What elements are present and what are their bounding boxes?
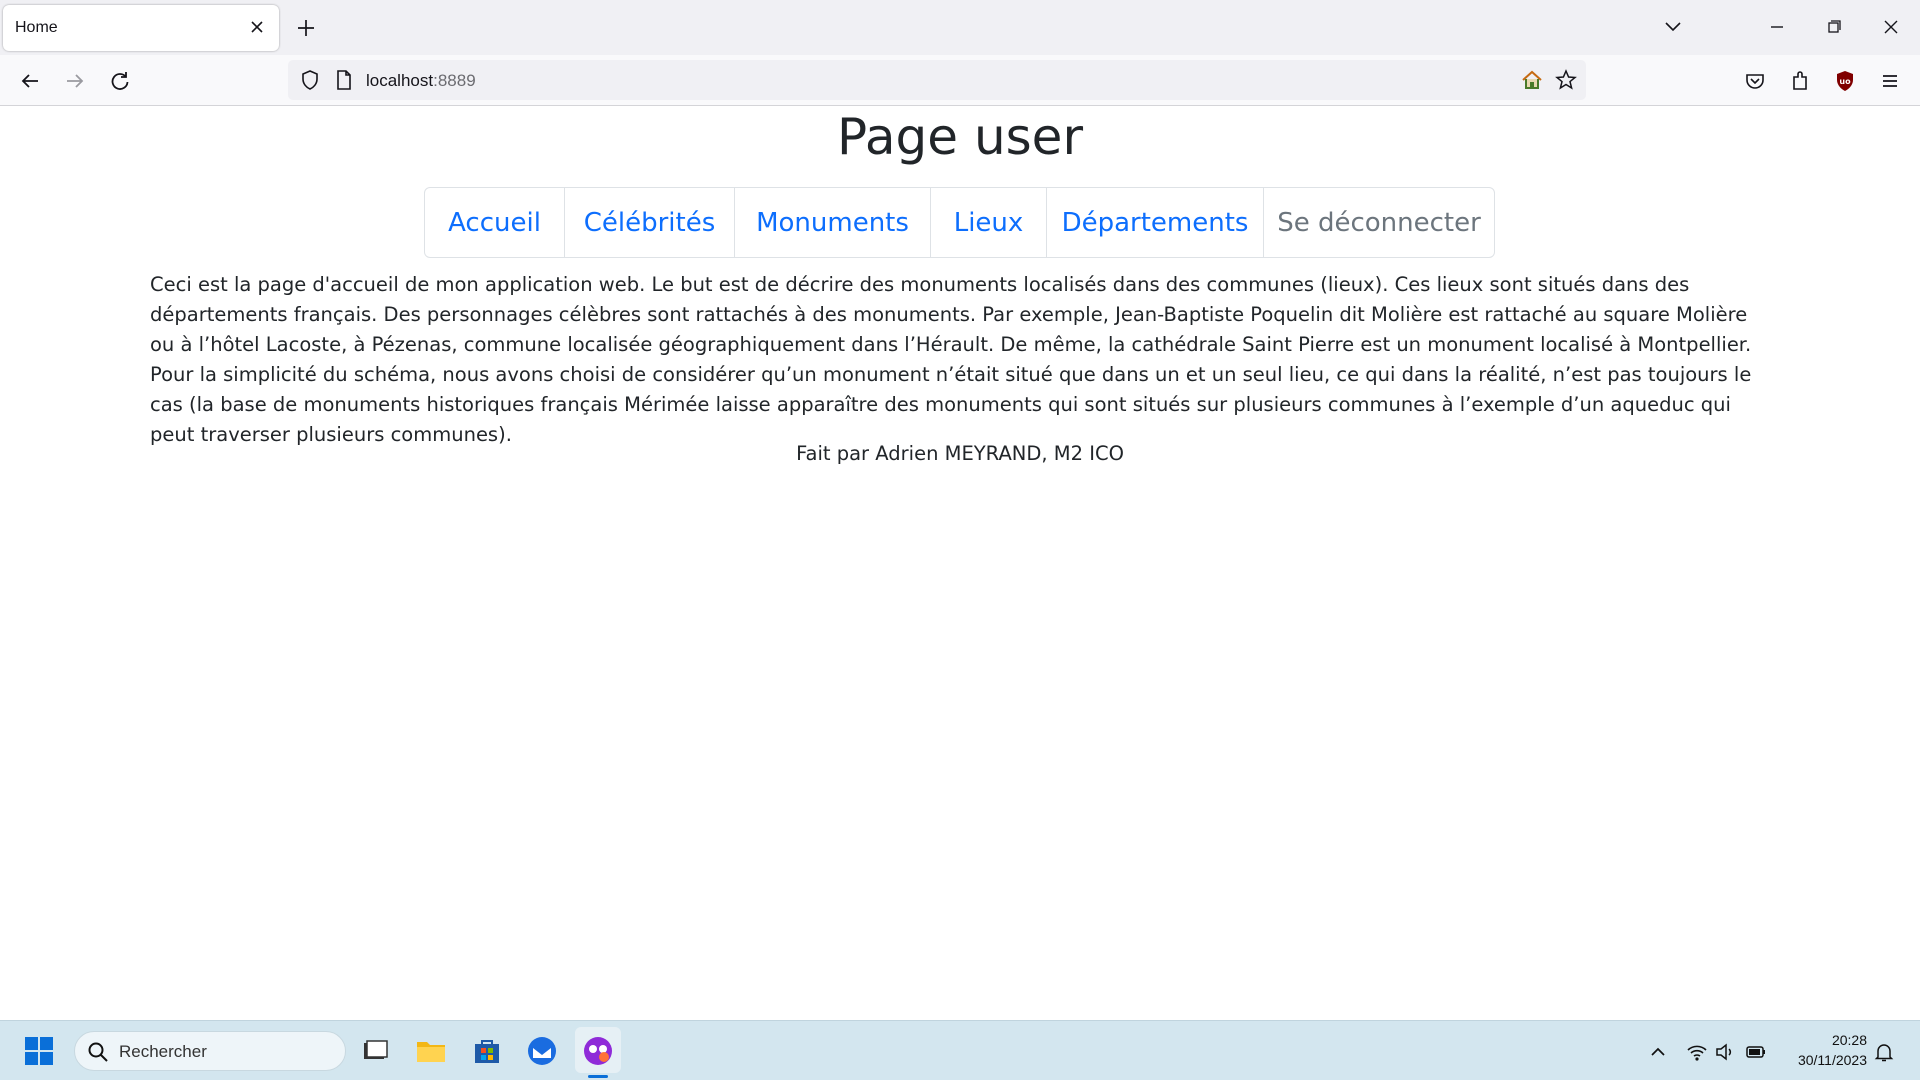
file-explorer-icon[interactable] xyxy=(413,1033,449,1069)
nav-se-deconnecter[interactable]: Se déconnecter xyxy=(1264,188,1494,257)
tab-title: Home xyxy=(15,19,58,36)
nav-monuments[interactable]: Monuments xyxy=(735,188,931,257)
tab-list-chevron-icon[interactable] xyxy=(1656,12,1690,42)
page-icon xyxy=(337,70,351,90)
svg-text:uo: uo xyxy=(1839,77,1851,86)
pocket-icon[interactable] xyxy=(1741,67,1769,95)
tab-close-icon[interactable] xyxy=(245,15,269,39)
task-view-icon[interactable] xyxy=(356,1033,392,1069)
chevron-up-icon[interactable] xyxy=(1647,1041,1669,1063)
nav-accueil[interactable]: Accueil xyxy=(425,188,565,257)
bookmark-star-icon[interactable] xyxy=(1554,68,1578,92)
nav-celebrites[interactable]: Célébrités xyxy=(565,188,735,257)
reload-icon[interactable] xyxy=(106,67,134,95)
firefox-private-icon[interactable] xyxy=(580,1033,616,1069)
nav-lieux[interactable]: Lieux xyxy=(931,188,1047,257)
ublock-icon[interactable]: uo xyxy=(1831,67,1859,95)
clock-time: 20:28 xyxy=(1831,1032,1867,1048)
url-text: localhost:8889 xyxy=(366,71,476,91)
url-host: localhost xyxy=(366,71,434,90)
author-credit: Fait par Adrien MEYRAND, M2 ICO xyxy=(796,442,1124,465)
home-icon[interactable] xyxy=(1520,68,1544,92)
store-icon[interactable] xyxy=(469,1033,505,1069)
system-clock[interactable]: 20:28 30/11/2023 xyxy=(1798,1030,1867,1070)
main-nav: Accueil Célébrités Monuments Lieux Dépar… xyxy=(424,187,1495,258)
page-title: Page user xyxy=(837,108,1083,166)
search-placeholder: Rechercher xyxy=(119,1042,207,1061)
search-icon xyxy=(88,1042,108,1062)
url-port: :8889 xyxy=(433,71,476,90)
wifi-icon[interactable] xyxy=(1686,1041,1708,1063)
windows-start-icon[interactable] xyxy=(24,1036,54,1066)
taskbar: Rechercher 20:28 30/11/2023 xyxy=(0,1020,1920,1080)
volume-icon[interactable] xyxy=(1714,1041,1736,1063)
browser-tab-bar: Home xyxy=(0,0,1920,55)
minimize-icon[interactable] xyxy=(1760,12,1794,42)
notification-bell-icon[interactable] xyxy=(1873,1041,1895,1063)
taskbar-search[interactable]: Rechercher xyxy=(74,1031,346,1071)
thunderbird-icon[interactable] xyxy=(524,1033,560,1069)
nav-departements[interactable]: Départements xyxy=(1047,188,1264,257)
extensions-icon[interactable] xyxy=(1786,67,1814,95)
restore-icon[interactable] xyxy=(1817,12,1851,42)
page-content: Page user Accueil Célébrités Monuments L… xyxy=(0,107,1920,1019)
url-bar[interactable]: localhost:8889 xyxy=(288,60,1586,100)
browser-toolbar: localhost:8889 uo xyxy=(0,55,1920,106)
battery-icon[interactable] xyxy=(1745,1041,1767,1063)
menu-icon[interactable] xyxy=(1876,67,1904,95)
shield-icon[interactable] xyxy=(298,68,322,92)
active-app-indicator xyxy=(588,1075,608,1078)
new-tab-icon[interactable] xyxy=(292,14,320,42)
clock-date: 30/11/2023 xyxy=(1797,1052,1867,1068)
intro-paragraph: Ceci est la page d'accueil de mon applic… xyxy=(150,273,1752,446)
close-window-icon[interactable] xyxy=(1874,12,1908,42)
back-arrow-icon[interactable] xyxy=(16,67,44,95)
forward-arrow-icon[interactable] xyxy=(61,67,89,95)
browser-tab[interactable]: Home xyxy=(3,5,279,51)
